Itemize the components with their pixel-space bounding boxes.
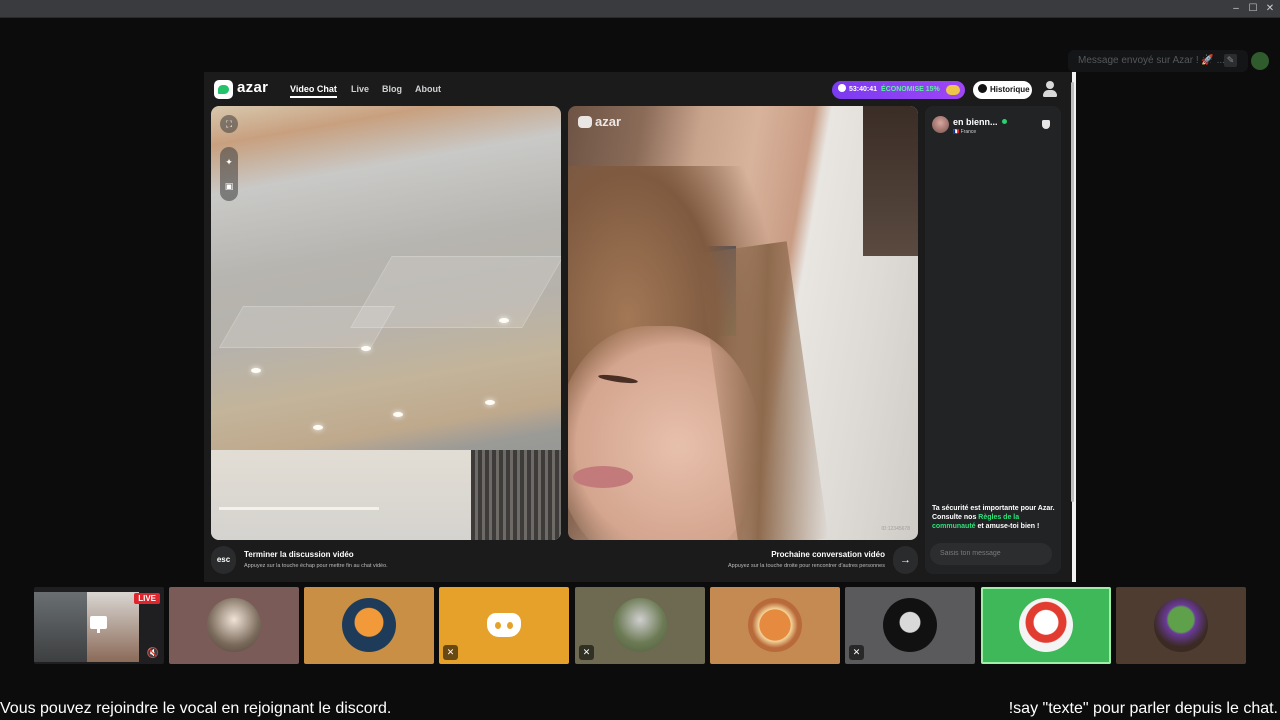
ceiling-light bbox=[499, 318, 509, 323]
local-video: ⛶ ✦ ▣ bbox=[211, 106, 561, 540]
effects-toolbar: ✦ ▣ bbox=[220, 147, 238, 201]
partner-lips bbox=[573, 466, 633, 488]
stream-preview-room bbox=[34, 592, 87, 662]
video-watermark-logo: azar bbox=[578, 114, 621, 129]
participant-tile-speaking[interactable] bbox=[981, 587, 1111, 664]
discord-icon bbox=[487, 613, 521, 637]
video-id-watermark: ID:12345678 bbox=[881, 526, 910, 532]
fullscreen-button[interactable]: ⛶ bbox=[220, 115, 238, 133]
participant-avatar bbox=[1154, 598, 1208, 652]
azar-window: azar Video Chat Live Blog About 53:40:41… bbox=[204, 72, 1076, 582]
nav-blog[interactable]: Blog bbox=[382, 84, 402, 94]
end-call-control[interactable]: esc Terminer la discussion vidéo Appuyez… bbox=[211, 546, 561, 576]
live-badge: LIVE bbox=[134, 593, 160, 604]
azar-logo-icon bbox=[578, 116, 592, 128]
participant-tile[interactable] bbox=[304, 587, 434, 664]
next-call-hint: Appuyez sur la touche droite pour rencon… bbox=[728, 563, 885, 569]
history-button[interactable]: Historique bbox=[973, 81, 1032, 99]
history-icon bbox=[978, 84, 987, 93]
sparkle-effects-icon[interactable]: ✦ bbox=[220, 153, 238, 171]
scrollbar[interactable] bbox=[1071, 72, 1076, 582]
participant-tile[interactable]: ✕ bbox=[575, 587, 705, 664]
speaker-muted-icon[interactable]: 🔇 bbox=[147, 648, 159, 659]
timer-icon bbox=[838, 84, 846, 92]
fullscreen-icon: ⛶ bbox=[225, 119, 233, 129]
shelf bbox=[219, 507, 379, 510]
profile-icon[interactable] bbox=[1042, 81, 1058, 97]
background-door bbox=[863, 106, 918, 256]
ceiling-light bbox=[251, 368, 261, 373]
overlay-badge-icon: ✎ bbox=[1224, 54, 1237, 67]
participant-avatar bbox=[342, 598, 396, 652]
window-titlebar: – ☐ ✕ bbox=[0, 0, 1280, 18]
ceiling-light bbox=[361, 346, 371, 351]
promo-banner[interactable]: 53:40:41 ÉCONOMISE 15% bbox=[832, 81, 965, 99]
screen-share-icon bbox=[90, 616, 107, 633]
footer-say-command: !say "texte" pour parler depuis le chat. bbox=[1008, 700, 1278, 717]
ceiling-light bbox=[485, 400, 495, 405]
end-call-hint: Appuyez sur la touche échap pour mettre … bbox=[244, 563, 388, 569]
nav-about[interactable]: About bbox=[415, 84, 441, 94]
top-nav: azar Video Chat Live Blog About 53:40:41… bbox=[204, 72, 1072, 106]
promo-timer: 53:40:41 bbox=[849, 86, 878, 93]
next-call-title: Prochaine conversation vidéo bbox=[771, 550, 885, 559]
nav-live[interactable]: Live bbox=[351, 84, 369, 94]
mic-muted-icon: ✕ bbox=[579, 645, 594, 660]
mic-muted-icon: ✕ bbox=[849, 645, 864, 660]
history-label: Historique bbox=[990, 85, 1030, 94]
azar-logo-text[interactable]: azar bbox=[237, 79, 268, 96]
partner-video: azar ID:12345678 bbox=[568, 106, 918, 540]
chat-panel: en bienn... 🇫🇷 France Ta sécurité est im… bbox=[925, 106, 1061, 574]
online-status-dot bbox=[1002, 119, 1007, 124]
shield-icon[interactable] bbox=[1042, 120, 1050, 129]
next-call-control[interactable]: Prochaine conversation vidéo Appuyez sur… bbox=[568, 546, 918, 576]
participant-tile[interactable] bbox=[169, 587, 299, 664]
participant-avatar bbox=[883, 598, 937, 652]
participant-avatar bbox=[748, 598, 802, 652]
participant-tile-stream[interactable]: LIVE 🔇 bbox=[34, 587, 164, 664]
partner-name: en bienn... bbox=[953, 117, 998, 127]
scrollbar-thumb[interactable] bbox=[1071, 82, 1074, 502]
mic-muted-icon: ✕ bbox=[443, 645, 458, 660]
safety-text-end: et amuse-toi bien ! bbox=[975, 523, 1040, 530]
safety-notice: Ta sécurité est importante pour Azar. Co… bbox=[932, 504, 1057, 531]
participant-avatar bbox=[613, 598, 667, 652]
overlay-message-field: Message envoyé sur Azar ! 🚀 ... bbox=[1068, 50, 1248, 72]
chat-message-input[interactable] bbox=[930, 543, 1052, 565]
participant-tile-discord[interactable]: ✕ bbox=[439, 587, 569, 664]
ceiling-light bbox=[393, 412, 403, 417]
nav-video-chat[interactable]: Video Chat bbox=[290, 84, 337, 98]
azar-logo-icon[interactable] bbox=[214, 80, 233, 99]
partner-country: 🇫🇷 France bbox=[953, 129, 977, 135]
ceiling-panel bbox=[350, 256, 561, 328]
filter-icon[interactable]: ▣ bbox=[220, 177, 238, 195]
discord-eye bbox=[495, 622, 501, 629]
overlay-avatar bbox=[1251, 52, 1269, 70]
participant-tile[interactable] bbox=[710, 587, 840, 664]
participant-tile[interactable] bbox=[1116, 587, 1246, 664]
partner-avatar[interactable] bbox=[932, 116, 949, 133]
promo-discount: ÉCONOMISE 15% bbox=[881, 86, 940, 93]
participant-tile[interactable]: ✕ bbox=[845, 587, 975, 664]
esc-key-button[interactable]: esc bbox=[211, 546, 236, 574]
close-icon[interactable]: ✕ bbox=[1259, 1, 1280, 16]
next-arrow-button[interactable]: → bbox=[893, 546, 918, 574]
coin-icon bbox=[946, 85, 960, 95]
participant-avatar bbox=[207, 598, 261, 652]
footer-discord-notice: Vous pouvez rejoindre le vocal en rejoig… bbox=[0, 700, 392, 717]
discord-eye bbox=[507, 622, 513, 629]
ceiling-light bbox=[313, 425, 323, 430]
end-call-title: Terminer la discussion vidéo bbox=[244, 550, 354, 559]
window-blinds bbox=[471, 450, 561, 540]
participant-avatar bbox=[1019, 598, 1073, 652]
watermark-brand: azar bbox=[595, 114, 622, 129]
